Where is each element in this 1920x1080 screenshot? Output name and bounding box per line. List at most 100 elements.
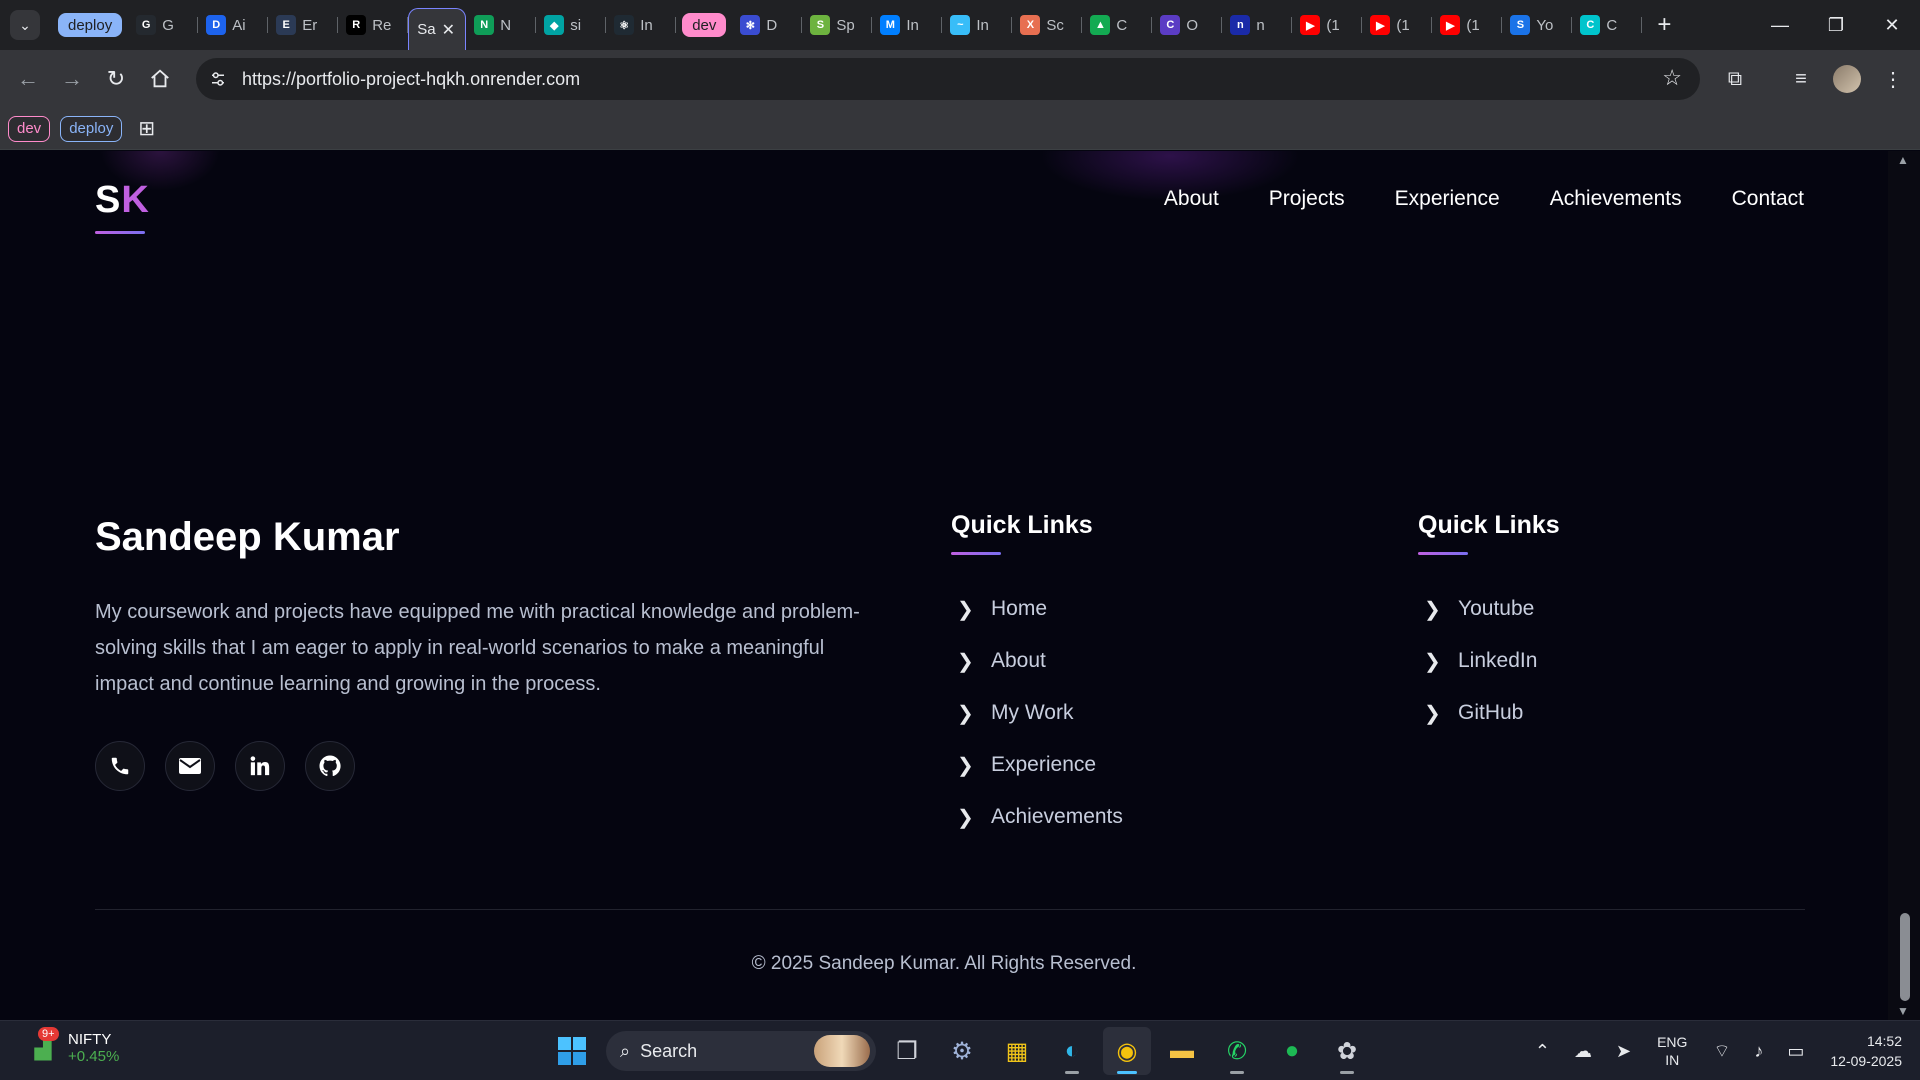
volume-icon[interactable]: ♪: [1754, 1041, 1763, 1062]
scrollbar-thumb[interactable]: [1900, 913, 1910, 1001]
browser-tab[interactable]: R Re: [338, 7, 409, 43]
quick-links-column-2: Quick Links ❯ Youtube ❯ LinkedIn ❯ GitHub: [1418, 511, 1560, 739]
browser-tab[interactable]: ✻ D: [732, 7, 803, 43]
reload-button[interactable]: ↻: [94, 57, 138, 101]
browser-tab[interactable]: D Ai: [198, 7, 269, 43]
apps-grid-icon[interactable]: ⊞: [138, 116, 155, 141]
language-code: ENG: [1657, 1034, 1688, 1050]
active-browser-tab[interactable]: Sa ✕: [408, 8, 467, 50]
chevron-right-icon: ❯: [957, 702, 974, 725]
phone-button[interactable]: [95, 741, 145, 791]
clock[interactable]: 14:52 12-09-2025: [1830, 1031, 1902, 1071]
footer-description: My coursework and projects have equipped…: [95, 601, 860, 695]
page-scrollbar[interactable]: ▲ ▼: [1888, 151, 1920, 1020]
address-bar[interactable]: https://portfolio-project-hqkh.onrender.…: [196, 58, 1700, 100]
chrome-app[interactable]: ◉: [1103, 1027, 1151, 1075]
footer-link-my-work[interactable]: ❯ My Work: [951, 687, 1123, 739]
task-view-icon: ❐: [896, 1037, 918, 1065]
tab-group-deploy[interactable]: deploy: [58, 13, 123, 37]
browser-tab[interactable]: CO: [1152, 7, 1223, 43]
minimize-button[interactable]: —: [1752, 0, 1808, 50]
taskbar-search[interactable]: ⌕ Search: [606, 1031, 876, 1071]
media-controls-button[interactable]: ≡: [1778, 56, 1824, 102]
start-button[interactable]: [548, 1027, 596, 1075]
footer-link-experience[interactable]: ❯ Experience: [951, 739, 1123, 791]
taskbar-apps: ⌕ Search ❐ ⚙ ▦ ◐ ◉ ▬ ✆ ● ✿: [548, 1027, 1371, 1075]
footer-link-github[interactable]: ❯ GitHub: [1418, 687, 1560, 739]
github-button[interactable]: [305, 741, 355, 791]
edge-app[interactable]: ◐: [1048, 1027, 1096, 1075]
browser-tab[interactable]: ⚛ In: [606, 7, 677, 43]
github-icon: [319, 755, 341, 777]
browser-tab[interactable]: ▶ (1: [1432, 7, 1503, 43]
browser-tab[interactable]: ▲ C: [1082, 7, 1153, 43]
browser-tab[interactable]: CC: [1572, 7, 1643, 43]
extensions-button[interactable]: ⧉: [1712, 56, 1758, 102]
site-logo[interactable]: SK: [95, 179, 150, 222]
settings-app[interactable]: ⚙: [938, 1027, 986, 1075]
tab-search-button[interactable]: ⌄: [10, 10, 40, 40]
file-explorer-app[interactable]: ▬: [1158, 1027, 1206, 1075]
footer-link-linkedin[interactable]: ❯ LinkedIn: [1418, 635, 1560, 687]
bookmark-star-icon[interactable]: ☆: [1662, 65, 1682, 91]
bookmark-group-deploy[interactable]: deploy: [60, 115, 123, 142]
bookmark-group-dev[interactable]: dev: [8, 115, 51, 142]
language-indicator[interactable]: ENG IN: [1657, 1033, 1687, 1069]
spotify-app[interactable]: ●: [1268, 1027, 1316, 1075]
browser-tab[interactable]: S Sp: [802, 7, 873, 43]
footer-link-youtube[interactable]: ❯ Youtube: [1418, 583, 1560, 635]
canva-icon: C: [1580, 15, 1601, 35]
chevron-up-icon[interactable]: ⌃: [1535, 1041, 1550, 1062]
profile-button[interactable]: [1824, 56, 1870, 102]
reload-icon: ↻: [106, 66, 126, 91]
browser-tab[interactable]: GG: [128, 7, 199, 43]
back-button[interactable]: ←: [6, 57, 50, 101]
new-tab-button[interactable]: +: [1650, 11, 1678, 39]
browser-tab[interactable]: ~ In: [942, 7, 1013, 43]
close-window-button[interactable]: ✕: [1864, 0, 1920, 50]
nav-experience[interactable]: Experience: [1395, 187, 1500, 211]
home-button[interactable]: [138, 57, 182, 101]
nav-contact[interactable]: Contact: [1732, 187, 1804, 211]
widget-name: NIFTY: [68, 1031, 112, 1048]
footer-link-about[interactable]: ❯ About: [951, 635, 1123, 687]
browser-tab[interactable]: S Yo: [1502, 7, 1573, 43]
browser-tab[interactable]: nn: [1222, 7, 1293, 43]
tab-group-dev[interactable]: dev: [682, 13, 727, 37]
task-view-button[interactable]: ❐: [883, 1027, 931, 1075]
battery-icon[interactable]: ▭: [1787, 1041, 1804, 1062]
chevron-right-icon: ❯: [957, 650, 974, 673]
footer-link-achievements[interactable]: ❯ Achievements: [951, 791, 1123, 843]
onedrive-icon[interactable]: ☁: [1574, 1041, 1592, 1062]
kebab-menu-icon: ⋮: [1883, 68, 1903, 91]
linkedin-button[interactable]: [235, 741, 285, 791]
footer-link-home[interactable]: ❯ Home: [951, 583, 1123, 635]
store-app[interactable]: ▦: [993, 1027, 1041, 1075]
browser-tab[interactable]: NN: [466, 7, 537, 43]
browser-tab[interactable]: ▶ (1: [1292, 7, 1363, 43]
nav-about[interactable]: About: [1164, 187, 1219, 211]
browser-tab[interactable]: X Sc: [1012, 7, 1083, 43]
forward-button[interactable]: →: [50, 57, 94, 101]
browser-tab[interactable]: ◆ si: [536, 7, 607, 43]
site-info-button[interactable]: [204, 65, 232, 93]
browser-tab[interactable]: E Er: [268, 7, 339, 43]
menu-button[interactable]: ⋮: [1870, 56, 1916, 102]
close-tab-icon[interactable]: ✕: [442, 20, 455, 40]
scroll-up-arrow-icon[interactable]: ▲: [1897, 153, 1909, 167]
tab-title: In: [640, 16, 653, 34]
email-button[interactable]: [165, 741, 215, 791]
link-label: Achievements: [991, 805, 1123, 828]
browser-tab[interactable]: M In: [872, 7, 943, 43]
stock-widget[interactable]: ▟ 9+ NIFTY +0.45%: [26, 1027, 119, 1065]
url-text[interactable]: https://portfolio-project-hqkh.onrender.…: [242, 69, 580, 90]
location-icon[interactable]: ➤: [1616, 1041, 1631, 1062]
whatsapp-app[interactable]: ✆: [1213, 1027, 1261, 1075]
nav-projects[interactable]: Projects: [1269, 187, 1345, 211]
wifi-icon[interactable]: ⌔: [1713, 1040, 1730, 1063]
scroll-down-arrow-icon[interactable]: ▼: [1897, 1004, 1909, 1018]
nav-achievements[interactable]: Achievements: [1550, 187, 1682, 211]
browser-tab[interactable]: ▶ (1: [1362, 7, 1433, 43]
restore-button[interactable]: ❐: [1808, 0, 1864, 50]
chatgpt-app[interactable]: ✿: [1323, 1027, 1371, 1075]
